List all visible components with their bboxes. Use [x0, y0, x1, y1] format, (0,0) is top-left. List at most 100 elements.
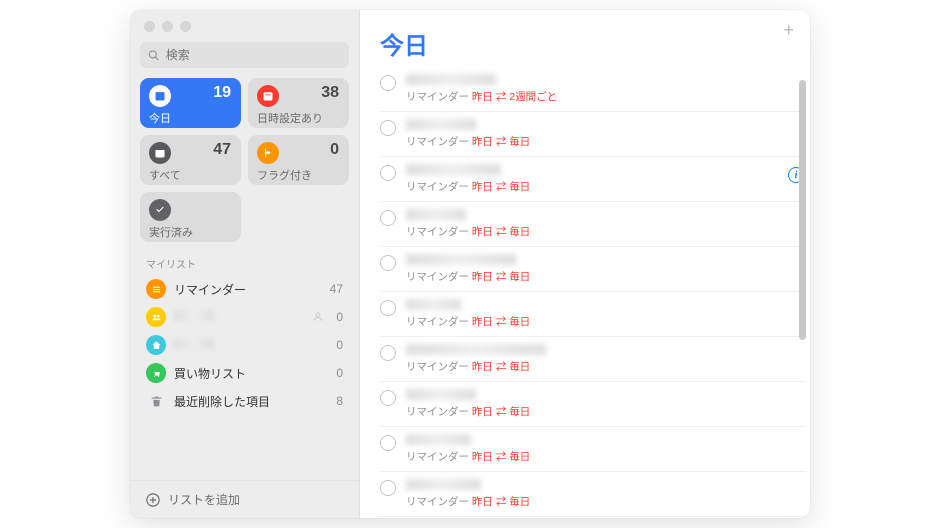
card-completed-label: 実行済み: [149, 224, 232, 240]
scrollbar[interactable]: [799, 80, 806, 504]
complete-radio[interactable]: [380, 480, 396, 496]
reminder-row[interactable]: リマインダー 昨日 ⇄ 毎日: [380, 247, 806, 292]
list-name: [174, 310, 304, 324]
reminder-row[interactable]: リマインダー 昨日 ⇄ 毎日: [380, 202, 806, 247]
calendar-icon: [257, 85, 279, 107]
card-flagged-count: 0: [330, 141, 339, 159]
sidebar: 19 今日 38 日時設定あり 47 すべて: [130, 10, 360, 518]
reminder-row[interactable]: リマインダー 昨日 ⇄ 毎日: [380, 472, 806, 517]
card-completed[interactable]: 実行済み: [140, 192, 241, 242]
complete-radio[interactable]: [380, 165, 396, 181]
card-scheduled-count: 38: [321, 84, 339, 102]
reminder-meta: リマインダー 昨日 ⇄ 毎日: [406, 494, 788, 509]
complete-radio[interactable]: [380, 435, 396, 451]
reminder-meta: リマインダー 昨日 ⇄ 2週間ごと: [406, 89, 788, 104]
smart-list-cards: 19 今日 38 日時設定あり 47 すべて: [130, 78, 359, 242]
list-icon: [146, 363, 166, 383]
reminder-row[interactable]: リマインダー 昨日 ⇄ 毎日: [380, 427, 806, 472]
list-name: 買い物リスト: [174, 365, 328, 382]
recently-deleted[interactable]: 最近削除した項目 8: [140, 387, 349, 415]
list-item[interactable]: 0: [140, 303, 349, 331]
card-today-count: 19: [213, 84, 231, 102]
add-list-label: リストを追加: [168, 491, 240, 508]
scrollbar-thumb[interactable]: [799, 80, 806, 340]
reminder-row[interactable]: リマインダー 昨日 ⇄ 毎日: [380, 112, 806, 157]
card-all-label: すべて: [149, 167, 232, 183]
complete-radio[interactable]: [380, 120, 396, 136]
card-today[interactable]: 19 今日: [140, 78, 241, 128]
list-count: 0: [336, 310, 343, 324]
complete-radio[interactable]: [380, 210, 396, 226]
list-icon: [146, 307, 166, 327]
plus-circle-icon: [146, 493, 160, 507]
list-count: 0: [336, 338, 343, 352]
add-reminder-button[interactable]: +: [783, 20, 794, 41]
reminder-meta: リマインダー 昨日 ⇄ 毎日: [406, 134, 788, 149]
shared-icon: [312, 311, 324, 323]
flag-icon: [257, 142, 279, 164]
titlebar: [130, 10, 359, 42]
tray-icon: [149, 142, 171, 164]
mylists: リマインダー 47 0 0 買い物リスト 0: [130, 275, 359, 387]
mylists-header: マイリスト: [130, 242, 359, 275]
complete-radio[interactable]: [380, 345, 396, 361]
card-today-label: 今日: [149, 110, 232, 126]
list-item[interactable]: 0: [140, 331, 349, 359]
card-all[interactable]: 47 すべて: [140, 135, 241, 185]
reminder-title: [406, 119, 788, 133]
search-icon: [148, 49, 160, 62]
reminder-title: [406, 389, 788, 403]
reminder-meta: リマインダー 昨日 ⇄ 毎日: [406, 179, 788, 194]
reminder-title: [406, 434, 788, 448]
card-flagged-label: フラグ付き: [257, 167, 340, 183]
list-name: リマインダー: [174, 281, 322, 298]
reminder-meta: リマインダー 昨日 ⇄ 毎日: [406, 404, 788, 419]
reminder-title: [406, 164, 788, 178]
reminders-list[interactable]: リマインダー 昨日 ⇄ 2週間ごとリマインダー 昨日 ⇄ 毎日リマインダー 昨日…: [360, 67, 810, 518]
list-name: [174, 338, 328, 352]
reminder-row[interactable]: リマインダー 昨日 ⇄ 毎日: [380, 517, 806, 518]
reminder-meta: リマインダー 昨日 ⇄ 毎日: [406, 224, 788, 239]
reminder-meta: リマインダー 昨日 ⇄ 毎日: [406, 314, 788, 329]
card-scheduled-label: 日時設定あり: [257, 110, 340, 126]
reminder-meta: リマインダー 昨日 ⇄ 毎日: [406, 359, 788, 374]
reminder-title: [406, 299, 788, 313]
search-field[interactable]: [140, 42, 349, 68]
reminder-row[interactable]: リマインダー 昨日 ⇄ 毎日i: [380, 157, 806, 202]
zoom-window-button[interactable]: [180, 21, 191, 32]
reminder-row[interactable]: リマインダー 昨日 ⇄ 毎日: [380, 337, 806, 382]
reminder-title: [406, 74, 788, 88]
reminder-row[interactable]: リマインダー 昨日 ⇄ 毎日: [380, 292, 806, 337]
calendar-today-icon: [149, 85, 171, 107]
complete-radio[interactable]: [380, 390, 396, 406]
reminder-title: [406, 209, 788, 223]
reminder-row[interactable]: リマインダー 昨日 ⇄ 2週間ごと: [380, 67, 806, 112]
reminder-title: [406, 254, 788, 268]
search-input[interactable]: [166, 48, 341, 62]
reminder-title: [406, 479, 788, 493]
list-count: 47: [330, 282, 343, 296]
card-scheduled[interactable]: 38 日時設定あり: [248, 78, 349, 128]
list-item[interactable]: 買い物リスト 0: [140, 359, 349, 387]
add-list-button[interactable]: リストを追加: [130, 480, 359, 518]
list-icon: [146, 279, 166, 299]
list-count: 0: [336, 366, 343, 380]
minimize-window-button[interactable]: [162, 21, 173, 32]
trash-icon: [146, 391, 166, 411]
reminders-window: 19 今日 38 日時設定あり 47 すべて: [130, 10, 810, 518]
recently-deleted-count: 8: [336, 394, 343, 408]
reminder-row[interactable]: リマインダー 昨日 ⇄ 毎日: [380, 382, 806, 427]
list-item[interactable]: リマインダー 47: [140, 275, 349, 303]
recently-deleted-label: 最近削除した項目: [174, 393, 328, 410]
reminder-meta: リマインダー 昨日 ⇄ 毎日: [406, 269, 788, 284]
complete-radio[interactable]: [380, 255, 396, 271]
card-flagged[interactable]: 0 フラグ付き: [248, 135, 349, 185]
complete-radio[interactable]: [380, 75, 396, 91]
close-window-button[interactable]: [144, 21, 155, 32]
card-all-count: 47: [213, 141, 231, 159]
complete-radio[interactable]: [380, 300, 396, 316]
reminder-title: [406, 344, 788, 358]
main-panel: + 今日 リマインダー 昨日 ⇄ 2週間ごとリマインダー 昨日 ⇄ 毎日リマイン…: [360, 10, 810, 518]
page-title: 今日: [380, 26, 428, 61]
list-icon: [146, 335, 166, 355]
